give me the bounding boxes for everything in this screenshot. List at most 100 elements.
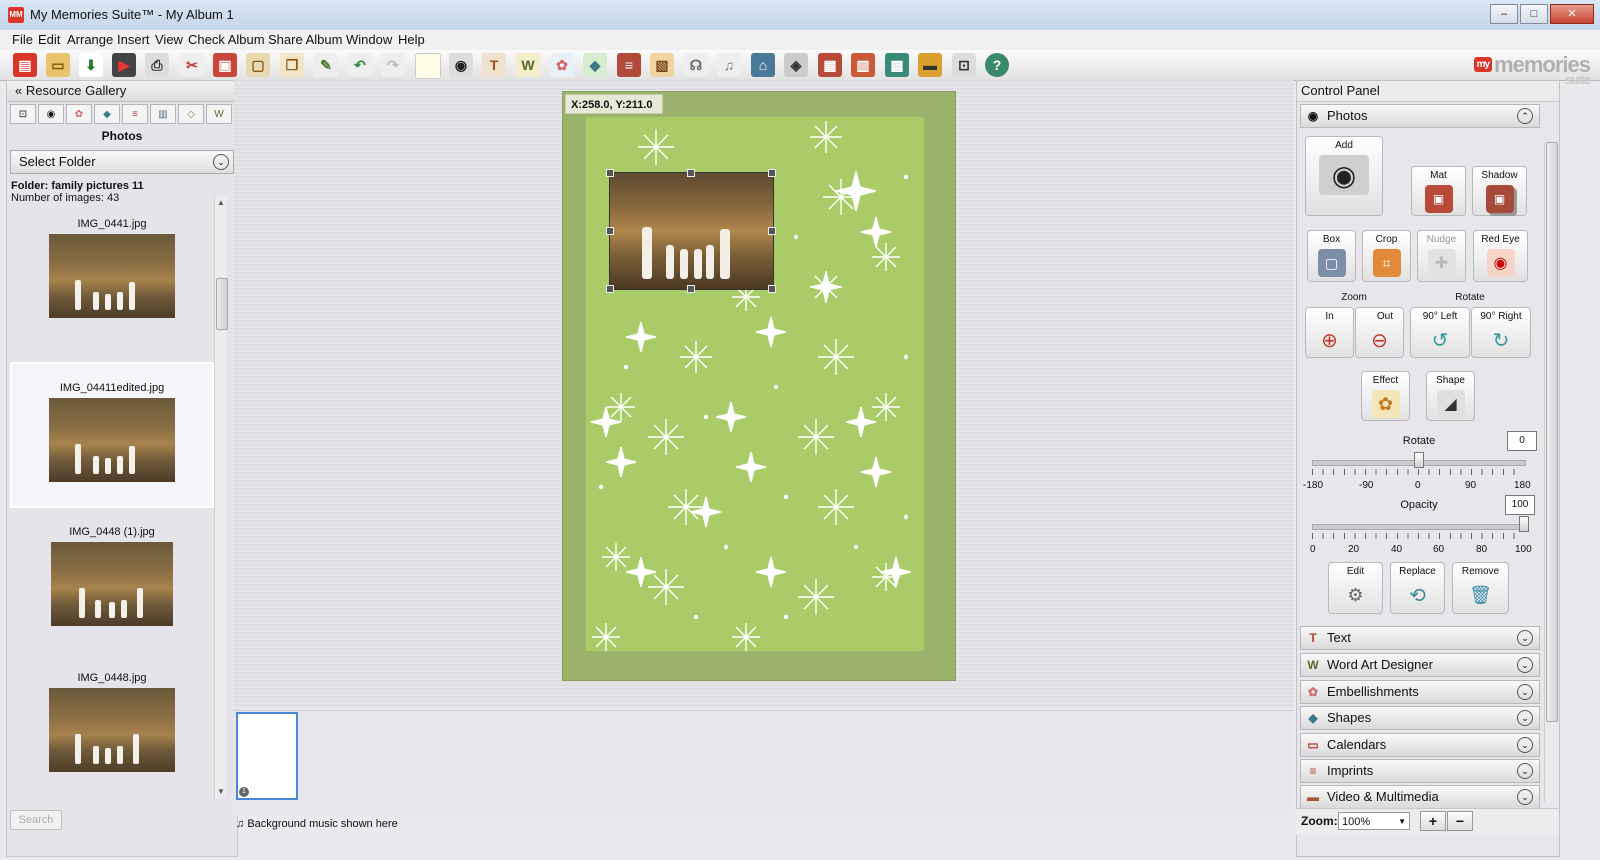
scrollbar-thumb[interactable] xyxy=(1546,142,1558,722)
scroll-up-icon[interactable]: ▲ xyxy=(217,198,225,207)
grid-icon[interactable]: ▩ xyxy=(885,53,909,77)
zoom-minus-button[interactable]: − xyxy=(1447,811,1473,831)
menu-arrange[interactable]: Arrange xyxy=(67,32,113,47)
cart-icon[interactable]: ⊡ xyxy=(952,53,976,77)
opacity-slider-knob[interactable] xyxy=(1519,516,1529,532)
replace-button[interactable]: Replace ⟲ xyxy=(1390,562,1445,614)
menu-file[interactable]: File xyxy=(12,32,33,47)
section-shapes[interactable]: ◆ Shapes ⌄ xyxy=(1300,706,1540,730)
chevron-down-icon[interactable]: ⌄ xyxy=(1517,737,1533,753)
edit-button[interactable]: Edit ⚙ xyxy=(1328,562,1383,614)
frame-icon[interactable]: ◈ xyxy=(784,53,808,77)
rotate-value-input[interactable]: 0 xyxy=(1507,431,1537,451)
zoom-select[interactable]: 100% xyxy=(1338,812,1410,831)
search-button[interactable]: Search xyxy=(10,810,62,830)
add-photo-button[interactable]: Add ◉ xyxy=(1305,136,1383,216)
chevron-down-icon[interactable]: ⌄ xyxy=(1517,710,1533,726)
resize-handle[interactable] xyxy=(768,227,776,235)
box-button[interactable]: Box ▢ xyxy=(1307,230,1356,282)
open-icon[interactable]: ▭ xyxy=(46,53,70,77)
zoom-plus-button[interactable]: + xyxy=(1420,811,1446,831)
resize-handle[interactable] xyxy=(768,285,776,293)
resize-handle[interactable] xyxy=(687,285,695,293)
chevron-down-icon[interactable]: ⌄ xyxy=(1517,657,1533,673)
section-calendars[interactable]: ▭ Calendars ⌄ xyxy=(1300,733,1540,757)
tab-embellishment-icon[interactable]: ✿ xyxy=(66,104,92,124)
rotate-slider-knob[interactable] xyxy=(1414,452,1424,468)
menu-insert[interactable]: Insert xyxy=(117,32,150,47)
tab-frame-icon[interactable]: ◇ xyxy=(178,104,204,124)
resize-handle[interactable] xyxy=(687,169,695,177)
menu-view[interactable]: View xyxy=(155,32,183,47)
preview-icon[interactable]: ▶ xyxy=(112,53,136,77)
resize-handle[interactable] xyxy=(606,285,614,293)
background-music-bar[interactable]: ♫ Background music shown here xyxy=(236,818,398,830)
section-imprints[interactable]: ≡ Imprints ⌄ xyxy=(1300,759,1540,783)
collapse-icon[interactable]: « xyxy=(15,83,22,98)
paste-icon[interactable]: ▣ xyxy=(213,53,237,77)
chevron-down-icon[interactable]: ⌄ xyxy=(1517,684,1533,700)
page-thumbnail[interactable]: 1 xyxy=(236,712,298,800)
text-icon[interactable]: T xyxy=(482,53,506,77)
red-eye-button[interactable]: Red Eye ◉ xyxy=(1473,230,1528,282)
resize-handle[interactable] xyxy=(768,169,776,177)
close-button[interactable]: ✕ xyxy=(1550,4,1594,24)
menu-check-album[interactable]: Check Album xyxy=(188,32,265,47)
chevron-down-icon[interactable]: ⌄ xyxy=(1517,789,1533,805)
menu-help[interactable]: Help xyxy=(398,32,425,47)
zoom-in-button[interactable]: In ⊕ xyxy=(1305,307,1354,358)
section-text[interactable]: T Text ⌄ xyxy=(1300,626,1540,650)
section-photos[interactable]: ◉ Photos ⌃ xyxy=(1300,104,1540,128)
cut-icon[interactable]: ✂ xyxy=(180,53,204,77)
home-icon[interactable]: ⌂ xyxy=(751,53,775,77)
effect-button[interactable]: Effect ✿ xyxy=(1361,371,1410,421)
word-art-icon[interactable]: W xyxy=(516,53,540,77)
layers-icon[interactable]: ▦ xyxy=(818,53,842,77)
tab-shapes-icon[interactable]: ◆ xyxy=(94,104,120,124)
rotate-left-button[interactable]: 90° Left ↺ xyxy=(1410,307,1470,358)
section-embellishments[interactable]: ✿ Embellishments ⌄ xyxy=(1300,680,1540,704)
control-panel-scrollbar[interactable] xyxy=(1544,142,1558,802)
tab-word-art-icon[interactable]: W xyxy=(206,104,232,124)
minimize-button[interactable]: – xyxy=(1490,4,1518,24)
section-video-multimedia[interactable]: ▬ Video & Multimedia ⌄ xyxy=(1300,785,1540,809)
redo-icon[interactable]: ↷ xyxy=(381,53,405,77)
chevron-up-icon[interactable]: ⌃ xyxy=(1517,108,1533,124)
imprints-icon[interactable]: ≡ xyxy=(617,53,641,77)
mat-button[interactable]: Mat ▣ xyxy=(1411,166,1466,216)
list-item[interactable]: IMG_0448.jpg xyxy=(10,654,214,800)
copy-icon[interactable]: ❐ xyxy=(280,53,304,77)
nudge-button[interactable]: Nudge ✚ xyxy=(1417,230,1466,282)
list-item[interactable]: IMG_0448 (1).jpg xyxy=(10,508,214,654)
resize-handle[interactable] xyxy=(606,169,614,177)
shadow-button[interactable]: Shadow ▣ xyxy=(1472,166,1527,216)
crop-button[interactable]: Crop ⌗ xyxy=(1362,230,1411,282)
tab-layout-icon[interactable]: ▥ xyxy=(150,104,176,124)
menu-share-album[interactable]: Share Album xyxy=(268,32,342,47)
shape-button[interactable]: Shape ◢ xyxy=(1426,371,1475,421)
save-icon[interactable]: ⬇ xyxy=(79,53,103,77)
opacity-value-input[interactable]: 100 xyxy=(1505,495,1535,515)
list-item[interactable]: IMG_0441.jpg xyxy=(10,216,214,362)
opacity-slider-track[interactable] xyxy=(1312,524,1526,530)
placed-photo[interactable] xyxy=(609,172,774,290)
tools-icon[interactable]: ✎ xyxy=(314,53,338,77)
scrollbar-thumb[interactable] xyxy=(216,278,228,330)
list-item[interactable]: IMG_04411edited.jpg xyxy=(10,362,214,508)
clipboard-icon[interactable]: ▢ xyxy=(246,53,270,77)
resize-handle[interactable] xyxy=(606,227,614,235)
select-folder-dropdown[interactable]: Select Folder ⌄ xyxy=(10,150,234,174)
rotate-right-button[interactable]: 90° Right ↻ xyxy=(1471,307,1531,358)
chevron-down-icon[interactable]: ⌄ xyxy=(1517,763,1533,779)
gallery-scrollbar[interactable]: ▲ ▼ xyxy=(214,196,228,798)
chevron-down-icon[interactable]: ⌄ xyxy=(1517,630,1533,646)
shapes-icon[interactable]: ◆ xyxy=(583,53,607,77)
help-icon[interactable]: ? xyxy=(985,53,1009,77)
paper-icon[interactable]: ▧ xyxy=(650,53,674,77)
tab-camera-icon[interactable]: ◉ xyxy=(38,104,64,124)
scroll-down-icon[interactable]: ▼ xyxy=(217,787,225,796)
maximize-button[interactable]: □ xyxy=(1520,4,1548,24)
arrange-icon[interactable]: ▥ xyxy=(851,53,875,77)
undo-icon[interactable]: ↶ xyxy=(348,53,372,77)
audio-icon[interactable]: ☊ xyxy=(684,53,708,77)
